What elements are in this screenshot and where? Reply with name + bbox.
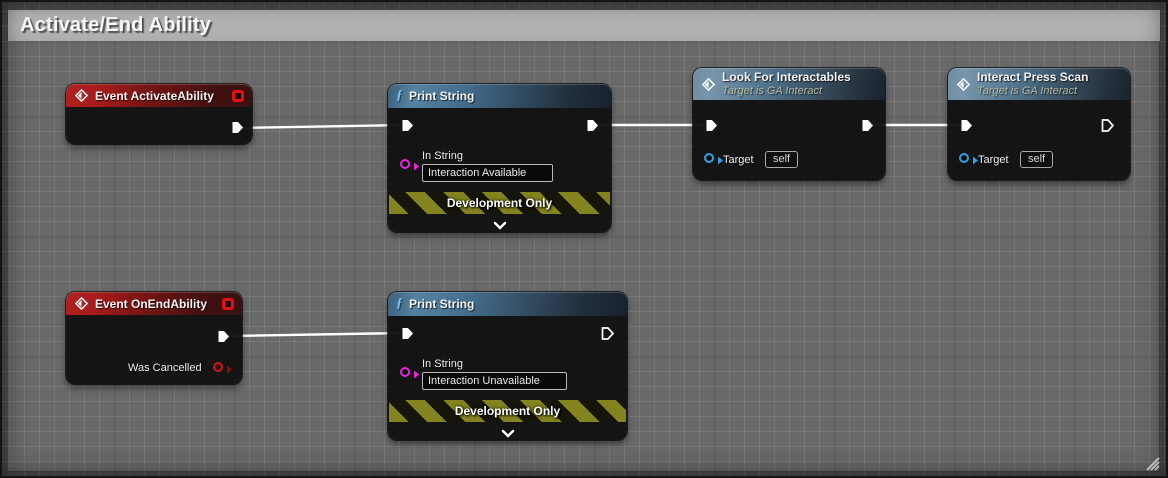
was-cancelled-label: Was Cancelled [128,362,202,374]
node-header[interactable]: ƒ Print String [388,84,611,108]
node-title: Print String [409,89,475,103]
function-icon: ƒ [396,296,403,311]
function-icon: ƒ [396,88,403,103]
in-string-pin[interactable] [400,159,419,171]
event-override-icon[interactable] [222,297,234,310]
node-title: Interact Press Scan [977,70,1089,84]
exec-in-pin[interactable] [400,326,415,346]
development-only-banner: Development Only [389,400,626,422]
target-label: Target [723,154,754,166]
was-cancelled-pin[interactable] [213,362,232,374]
target-self-value[interactable]: self [765,151,799,168]
graph-background[interactable]: Activate/End Ability Event ActivateAbili… [2,2,1166,476]
comment-resize-grip[interactable] [1142,453,1160,471]
node-title: Event ActivateAbility [95,88,214,103]
exec-out-pin[interactable] [860,118,875,138]
in-string-pin[interactable] [400,367,419,379]
node-subtitle: Target is GA Interact [977,84,1078,97]
node-title: Look For Interactables [722,70,851,84]
in-string-label: In String [422,150,463,162]
in-string-input[interactable] [422,164,553,182]
node-header[interactable]: Interact Press Scan Target is GA Interac… [948,68,1130,101]
node-event-on-end-ability[interactable]: Event OnEndAbility Was Cancelled [66,292,242,384]
function-target-icon [701,77,716,91]
node-event-activate-ability[interactable]: Event ActivateAbility [66,84,252,144]
collapse-chevron-icon[interactable] [493,217,507,235]
node-subtitle: Target is GA Interact [722,84,823,97]
blueprint-graph-canvas[interactable]: Activate/End Ability Event ActivateAbili… [0,0,1168,478]
comment-title: Activate/End Ability [20,14,212,36]
node-header[interactable]: Event OnEndAbility [66,292,242,315]
target-pin[interactable] [704,153,723,165]
event-icon [74,88,89,103]
function-target-icon [956,77,971,91]
exec-in-pin[interactable] [400,118,415,138]
in-string-label: In String [422,358,463,370]
target-self-value[interactable]: self [1020,151,1054,168]
node-header[interactable]: Look For Interactables Target is GA Inte… [693,68,885,101]
event-icon [74,296,89,311]
node-print-string-1[interactable]: ƒ Print String In String Development Onl… [388,84,611,232]
node-header[interactable]: ƒ Print String [388,292,627,316]
node-print-string-2[interactable]: ƒ Print String In String Development Onl… [388,292,627,440]
comment-header[interactable]: Activate/End Ability [8,10,1160,41]
target-label: Target [978,154,1009,166]
node-look-for-interactables[interactable]: Look For Interactables Target is GA Inte… [693,68,885,180]
exec-out-pin[interactable] [230,120,245,140]
exec-in-pin[interactable] [959,118,974,138]
node-title: Event OnEndAbility [95,296,208,311]
node-header[interactable]: Event ActivateAbility [66,84,252,107]
exec-in-pin[interactable] [704,118,719,138]
collapse-chevron-icon[interactable] [501,425,515,443]
exec-out-pin[interactable] [600,326,615,346]
target-pin[interactable] [959,153,978,165]
development-only-banner: Development Only [389,192,610,214]
event-override-icon[interactable] [232,89,244,102]
exec-out-pin[interactable] [216,329,231,349]
exec-out-pin[interactable] [1100,118,1115,138]
node-interact-press-scan[interactable]: Interact Press Scan Target is GA Interac… [948,68,1130,180]
node-title: Print String [409,297,475,311]
in-string-input[interactable] [422,372,567,390]
exec-out-pin[interactable] [585,118,600,138]
